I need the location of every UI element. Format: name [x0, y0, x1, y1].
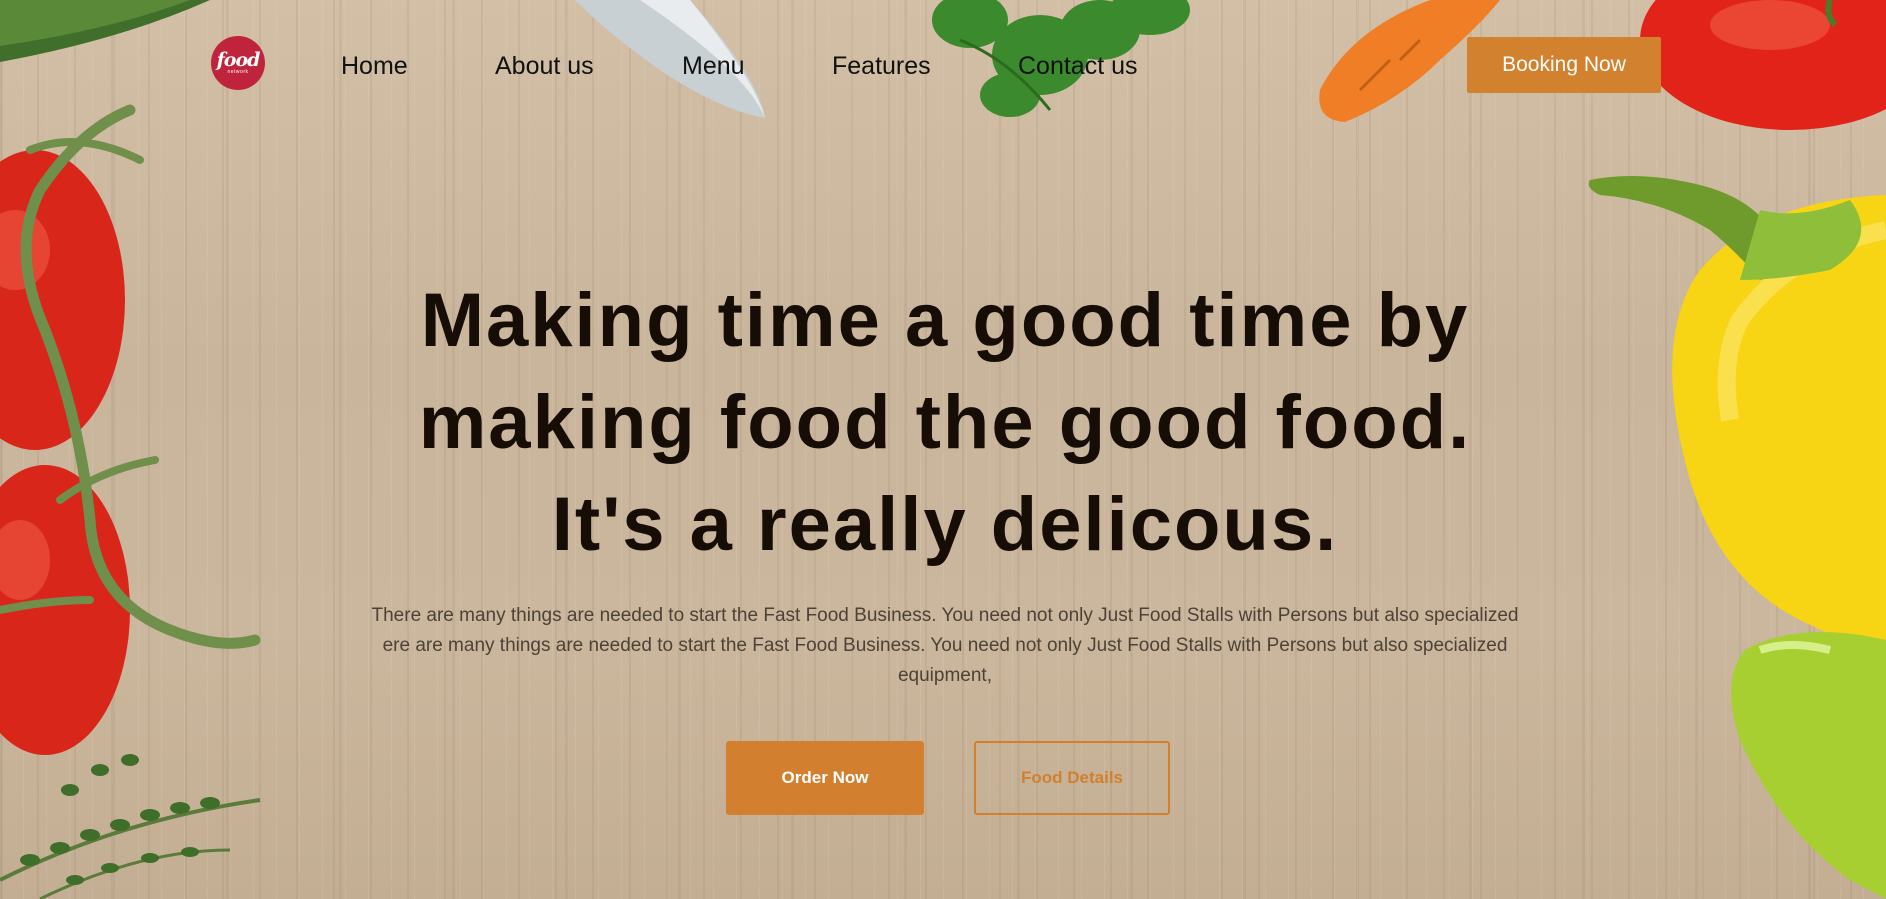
nav-about-us[interactable]: About us [495, 51, 594, 81]
bell-pepper-icon [1588, 176, 1886, 650]
hero-description: There are many things are needed to star… [371, 605, 1519, 686]
cucumber-icon [0, 0, 210, 62]
bell-pepper-icon [1731, 632, 1886, 899]
nav-contact-us[interactable]: Contact us [1018, 51, 1138, 81]
thyme-icon [0, 754, 261, 899]
hero-title-line-1: Making time a good time by [420, 278, 1470, 363]
order-now-button[interactable]: Order Now [726, 741, 924, 815]
nav-home[interactable]: Home [341, 51, 408, 81]
food-details-button[interactable]: Food Details [974, 741, 1170, 815]
booking-now-button[interactable]: Booking Now [1467, 37, 1661, 93]
tomato-icon [0, 150, 130, 755]
hero-title-line-3: It's a really delicous. [551, 482, 1339, 567]
nav-menu[interactable]: Menu [682, 51, 745, 81]
nav-features[interactable]: Features [832, 51, 931, 81]
food-network-logo[interactable]: food network [211, 36, 265, 90]
logo-subtitle: network [227, 69, 249, 75]
hero-title: Making time a good time by making food t… [330, 270, 1560, 576]
hero-title-line-2: making food the good food. [418, 380, 1472, 465]
logo-word: food [216, 49, 261, 71]
tomato-icon [1640, 0, 1886, 130]
